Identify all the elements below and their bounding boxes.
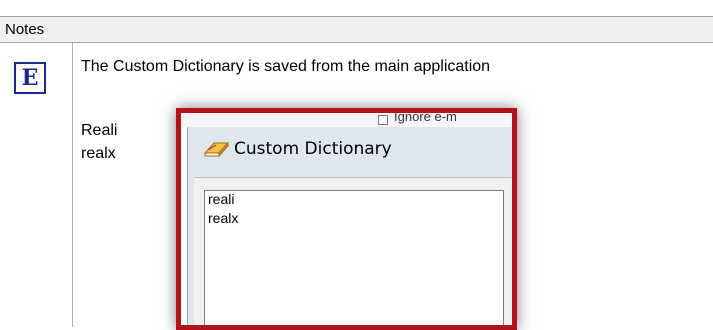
dictionary-entry-2[interactable]: realx: [208, 210, 238, 226]
dictionary-entry-1[interactable]: reali: [208, 191, 234, 207]
background-options-strip: Ignore e-m: [181, 113, 512, 127]
custom-dictionary-callout: Ignore e-m Custom Dictionary reali realx: [176, 108, 517, 330]
note-message: The Custom Dictionary is saved from the …: [81, 58, 491, 75]
note-type-e-icon[interactable]: E: [14, 62, 46, 94]
ignore-email-label: Ignore e-m: [394, 109, 457, 124]
ignore-email-checkbox[interactable]: [378, 115, 388, 125]
dialog-titlebar: Custom Dictionary: [202, 139, 392, 159]
dictionary-word-list[interactable]: reali realx: [204, 190, 504, 325]
note-word-2: realx: [81, 145, 116, 162]
note-type-letter: E: [21, 65, 39, 91]
notes-header: Notes: [0, 17, 713, 43]
dialog-title: Custom Dictionary: [234, 139, 392, 159]
notes-header-label: Notes: [5, 21, 45, 38]
note-word-1: Reali: [81, 122, 118, 139]
book-icon: [203, 141, 230, 158]
